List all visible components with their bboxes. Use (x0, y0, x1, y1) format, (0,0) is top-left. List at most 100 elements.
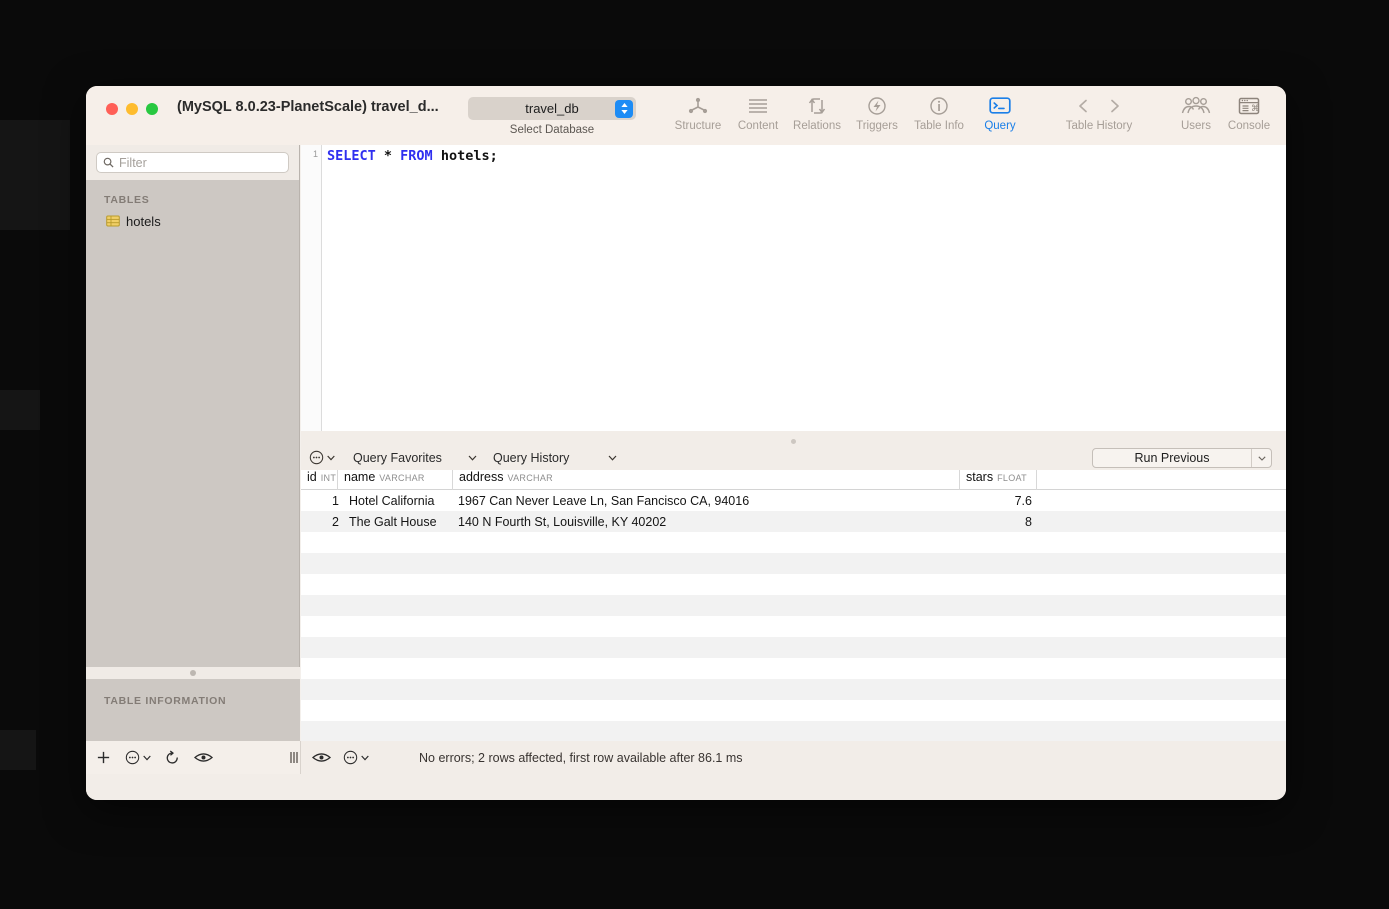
results-action-menu-button[interactable] (343, 750, 369, 765)
column-header-filler (1037, 470, 1284, 490)
column-header-name-name: name (344, 470, 375, 484)
splitter-handle-icon (791, 439, 796, 444)
search-input-placeholder: Filter (119, 156, 147, 170)
cell-name: Hotel California (344, 494, 453, 508)
results-table[interactable]: id INT name VARCHAR address VARCHAR star… (301, 470, 1286, 775)
sequel-ace-window: (MySQL 8.0.23-PlanetScale) travel_d... t… (86, 86, 1286, 800)
relations-icon (786, 93, 848, 118)
chevron-up-down-icon[interactable] (615, 100, 633, 118)
sidebar-item-hotels[interactable]: hotels (86, 211, 299, 231)
action-menu-icon (309, 450, 324, 465)
sidebar-action-menu-button[interactable] (125, 750, 151, 765)
search-icon (103, 157, 114, 168)
empty-table-row (301, 721, 1286, 742)
database-popup-button[interactable]: travel_db (468, 97, 636, 120)
sql-editor[interactable]: 1 SELECT * FROM hotels; (301, 145, 1286, 431)
action-menu-icon (125, 750, 140, 765)
resize-handle-icon[interactable] (289, 751, 299, 764)
chevron-down-icon[interactable] (1251, 449, 1271, 467)
empty-table-row (301, 532, 1286, 553)
eye-icon[interactable] (312, 751, 331, 764)
column-header-address-name: address (459, 470, 503, 484)
toolbar-item-triggers[interactable]: Triggers (846, 93, 908, 132)
maximize-button[interactable] (146, 103, 158, 115)
sql-table-name: hotels; (433, 148, 498, 164)
empty-table-row (301, 553, 1286, 574)
column-header-id-name: id (307, 470, 317, 484)
run-previous-button[interactable]: Run Previous (1092, 448, 1272, 468)
query-favorites-dropdown[interactable]: Query Favorites (353, 451, 493, 465)
column-header-address-type: VARCHAR (507, 473, 552, 483)
history-arrows-icon[interactable] (1051, 93, 1147, 118)
toolbar-item-table-info-label: Table Info (904, 120, 974, 132)
query-favorites-label: Query Favorites (353, 451, 442, 465)
minimize-button[interactable] (126, 103, 138, 115)
sql-keyword-from: FROM (400, 148, 433, 164)
toolbar-item-relations-label: Relations (786, 120, 848, 132)
table-row[interactable]: 2 The Galt House 140 N Fourth St, Louisv… (301, 511, 1286, 532)
action-menu-icon (343, 750, 358, 765)
cell-address: 1967 Can Never Leave Ln, San Fancisco CA… (453, 494, 960, 508)
window-controls[interactable] (106, 103, 158, 115)
toolbar-item-content-label: Content (727, 120, 789, 132)
toolbar-item-table-info[interactable]: Table Info (904, 93, 974, 132)
query-toolbar: Query Favorites Query History Run Previo… (301, 445, 1286, 470)
column-header-stars[interactable]: stars FLOAT (960, 470, 1037, 490)
toolbar-item-structure[interactable]: Structure (667, 93, 729, 132)
toolbar-item-console-label: Console (1218, 120, 1280, 132)
content-icon (727, 93, 789, 118)
column-header-id[interactable]: id INT (301, 470, 338, 490)
table-row[interactable]: 1 Hotel California 1967 Can Never Leave … (301, 490, 1286, 511)
table-icon (106, 215, 120, 227)
structure-icon (667, 93, 729, 118)
query-terminal-icon (969, 93, 1031, 118)
table-header-row[interactable]: id INT name VARCHAR address VARCHAR star… (301, 470, 1286, 490)
empty-table-row (301, 700, 1286, 721)
toolbar-item-content[interactable]: Content (727, 93, 789, 132)
close-button[interactable] (106, 103, 118, 115)
sidebar-section-tables: TABLES (86, 180, 299, 211)
window-body: Filter TABLES hotels (86, 145, 1286, 800)
splitter-handle-icon (190, 670, 196, 676)
chevron-down-icon (468, 455, 477, 461)
svg-text:⌘: ⌘ (1251, 103, 1260, 113)
toolbar-item-console[interactable]: ⌘ Console (1218, 93, 1280, 132)
sidebar-splitter[interactable] (86, 667, 300, 679)
cell-stars: 8 (960, 515, 1037, 529)
info-icon (904, 93, 974, 118)
toolbar-item-table-history-label: Table History (1051, 120, 1147, 132)
sql-query-text[interactable]: SELECT * FROM hotels; (327, 147, 498, 166)
query-history-dropdown[interactable]: Query History (493, 451, 633, 465)
desktop-artifact (0, 120, 70, 230)
column-header-id-type: INT (321, 473, 336, 483)
search-input[interactable]: Filter (96, 152, 289, 173)
refresh-icon[interactable] (165, 750, 180, 766)
sidebar-filter-bar: Filter (86, 145, 299, 180)
database-selector[interactable]: travel_db Select Database (468, 97, 636, 136)
column-header-name[interactable]: name VARCHAR (338, 470, 453, 490)
toolbar-item-relations[interactable]: Relations (786, 93, 848, 132)
column-header-address[interactable]: address VARCHAR (453, 470, 960, 490)
cell-id: 1 (301, 494, 344, 508)
database-selector-label: Select Database (468, 124, 636, 136)
empty-table-row (301, 574, 1286, 595)
empty-table-row (301, 616, 1286, 637)
table-information-header: TABLE INFORMATION (86, 679, 300, 707)
cell-stars: 7.6 (960, 494, 1037, 508)
column-header-name-type: VARCHAR (379, 473, 424, 483)
cell-name: The Galt House (344, 515, 453, 529)
empty-table-row (301, 595, 1286, 616)
toolbar-item-table-history[interactable]: Table History (1051, 93, 1147, 132)
triggers-icon (846, 93, 908, 118)
chevron-down-icon (143, 755, 151, 761)
sidebar-bottom-toolbar (86, 741, 301, 774)
eye-icon[interactable] (194, 751, 213, 764)
status-bar: No errors; 2 rows affected, first row av… (302, 741, 1286, 774)
column-header-stars-type: FLOAT (997, 473, 1027, 483)
empty-rows-area (301, 532, 1286, 775)
query-action-menu-button[interactable] (309, 450, 335, 465)
empty-table-row (301, 658, 1286, 679)
add-icon[interactable] (96, 750, 111, 765)
toolbar-item-query[interactable]: Query (969, 93, 1031, 132)
chevron-down-icon (327, 455, 335, 461)
